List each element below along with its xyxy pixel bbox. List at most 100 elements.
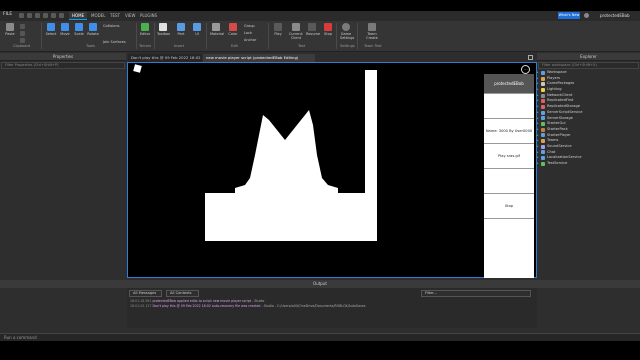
- service-icon: [541, 150, 545, 155]
- copy-icon[interactable]: [20, 24, 25, 29]
- cat-ears-silhouette: [235, 110, 338, 193]
- team-create-label: Team Create: [366, 32, 378, 40]
- service-icon: [541, 144, 545, 149]
- settings-icon[interactable]: [59, 13, 64, 18]
- terrain-icon: [141, 23, 149, 31]
- group-button[interactable]: Group: [244, 24, 255, 28]
- lock-button[interactable]: Lock: [244, 31, 252, 35]
- resume-button[interactable]: Resume: [306, 23, 320, 36]
- ui-label: UI: [195, 32, 199, 36]
- output-message: Don't play this @ 09 Feb 2022 18:02 auto…: [152, 304, 261, 308]
- quick-access-icon[interactable]: [43, 13, 48, 18]
- tab-script[interactable]: new movie player script (protectedEBob E…: [203, 54, 315, 62]
- separator: [336, 23, 337, 49]
- separator: [154, 23, 155, 49]
- output-filter-input[interactable]: Filter...: [421, 290, 531, 297]
- anchor-button[interactable]: Anchor: [244, 38, 256, 42]
- explorer-item[interactable]: ▸ TestService: [537, 161, 640, 167]
- toolbox-button[interactable]: Toolbox: [157, 23, 170, 36]
- service-icon: [541, 104, 545, 109]
- output-timestamp: 18:01:18.561: [130, 299, 152, 303]
- separator: [357, 23, 358, 49]
- service-icon: [541, 70, 545, 75]
- paste-button[interactable]: Paste: [4, 23, 16, 36]
- output-header: Output: [0, 280, 640, 288]
- color-icon: [229, 23, 237, 31]
- explorer-filter-input[interactable]: Filter workspace (Ctrl+Shift+X): [538, 62, 639, 69]
- stop-video-button[interactable]: Stop: [484, 194, 534, 219]
- redo-icon[interactable]: [27, 13, 32, 18]
- settings-group-label: Settings: [340, 44, 355, 48]
- scale-button[interactable]: Scale: [73, 23, 85, 36]
- service-icon: [541, 87, 545, 92]
- message-filter-select[interactable]: All Messages: [129, 290, 162, 297]
- more-menu-icon[interactable]: ⋯: [521, 65, 530, 74]
- stop-label: Stop: [324, 32, 332, 36]
- whats-new-button[interactable]: What's New: [558, 12, 580, 19]
- team-create-button[interactable]: Team Create: [366, 23, 378, 40]
- output-timestamp: 18:01:20.127: [130, 304, 152, 308]
- tab-place[interactable]: Don't play this @ 09 Feb 2022 18:02: [128, 54, 202, 62]
- user-name[interactable]: protectedEBob: [600, 13, 630, 18]
- select-button[interactable]: Select: [45, 23, 57, 36]
- stop-button[interactable]: Stop: [322, 23, 334, 36]
- notification-icon[interactable]: [584, 13, 589, 18]
- material-icon: [212, 23, 220, 31]
- ui-icon: [193, 23, 201, 31]
- service-icon: [541, 76, 545, 81]
- move-button[interactable]: Move: [59, 23, 71, 36]
- part-button[interactable]: Part: [175, 23, 187, 36]
- terrain-group-label: Terrain: [139, 44, 152, 48]
- paste-label: Paste: [5, 32, 15, 36]
- collisions-toggle[interactable]: Collisions: [103, 24, 119, 28]
- color-button[interactable]: Color: [227, 23, 239, 36]
- tab-plugins[interactable]: PLUGINS: [137, 12, 160, 20]
- panel-empty-row: [484, 169, 534, 194]
- explorer-item-label: TestService: [547, 161, 568, 165]
- terrain-editor-button[interactable]: Editor: [139, 23, 151, 36]
- rotate-label: Rotate: [87, 32, 99, 36]
- play-button[interactable]: Play: [272, 23, 284, 36]
- cut-icon[interactable]: [20, 31, 25, 36]
- properties-panel: [0, 70, 126, 278]
- material-label: Material: [210, 32, 225, 36]
- tab-test[interactable]: TEST: [107, 12, 123, 20]
- play-label: Play: [274, 32, 282, 36]
- dropdown-icon[interactable]: [51, 13, 56, 18]
- tab-view[interactable]: VIEW: [122, 12, 138, 20]
- command-bar-input[interactable]: Run a command: [0, 333, 640, 341]
- ui-button[interactable]: UI: [191, 23, 203, 36]
- tab-model[interactable]: MODEL: [88, 12, 108, 20]
- tab-home[interactable]: HOME: [69, 12, 88, 20]
- separator: [206, 23, 207, 49]
- duplicate-icon[interactable]: [20, 38, 25, 43]
- scale-icon: [75, 23, 83, 31]
- move-label: Move: [60, 32, 70, 36]
- play-gif-button[interactable]: Play sras.gif: [484, 144, 534, 169]
- save-icon[interactable]: [35, 13, 40, 18]
- edit-group-label: Edit: [231, 44, 238, 48]
- service-icon: [541, 161, 545, 166]
- file-menu[interactable]: FILE: [3, 12, 12, 17]
- join-surfaces-toggle[interactable]: Join Surfaces: [103, 40, 126, 44]
- team-icon: [368, 23, 376, 31]
- material-button[interactable]: Material: [210, 23, 225, 36]
- rotate-button[interactable]: Rotate: [87, 23, 99, 36]
- move-icon: [61, 23, 69, 31]
- output-message: protectedEBob applied edits to script ne…: [152, 299, 252, 303]
- resume-icon: [308, 23, 316, 31]
- undo-icon[interactable]: [19, 13, 24, 18]
- output-source: - Studio - C:/Users/w0X/OneDrive/Documen…: [261, 304, 366, 308]
- maximize-icon[interactable]: [528, 55, 533, 60]
- current-client-button[interactable]: Current: Client: [288, 23, 304, 40]
- clipboard-group-label: Clipboard: [13, 44, 31, 48]
- context-filter-select[interactable]: All Contexts: [166, 290, 199, 297]
- properties-filter-input[interactable]: Filter Properties (Ctrl+Shift+P): [1, 62, 125, 69]
- game-settings-button[interactable]: Game Settings: [340, 23, 354, 40]
- current-client-label: Current: Client: [288, 32, 304, 40]
- gear-icon: [342, 23, 350, 31]
- paste-icon: [6, 23, 14, 31]
- service-icon: [541, 122, 545, 127]
- screen-bottom-border: [0, 341, 640, 360]
- stop-icon: [324, 23, 332, 31]
